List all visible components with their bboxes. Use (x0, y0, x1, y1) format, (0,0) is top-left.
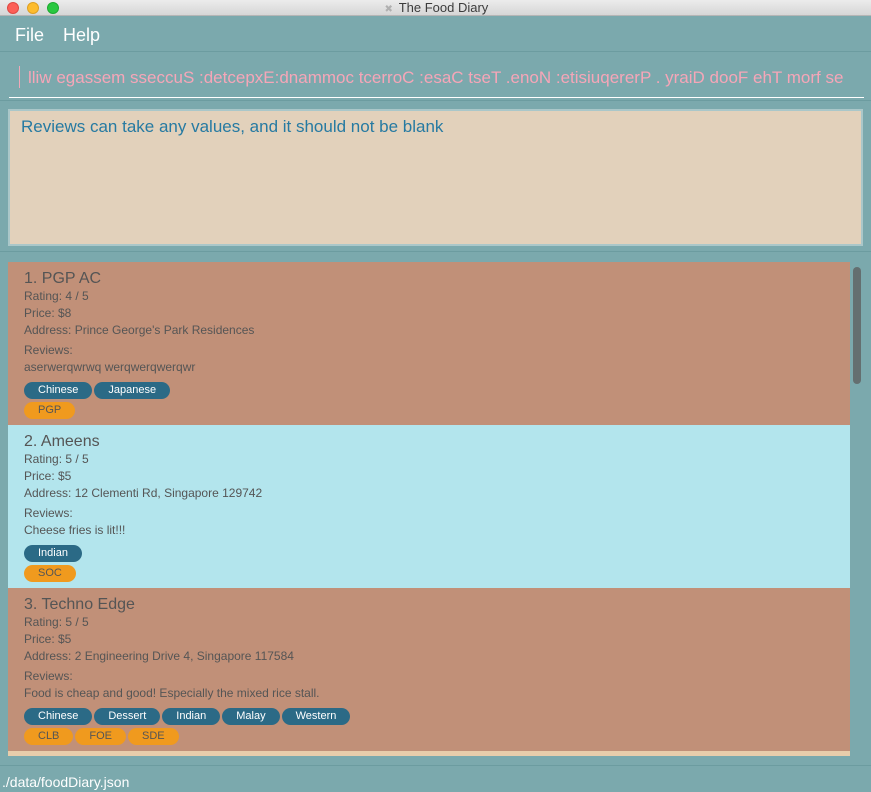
category-tag: Japanese (94, 382, 171, 399)
text-caret (19, 66, 20, 88)
category-tag: Indian (24, 545, 82, 562)
result-area: Reviews can take any values, and it shou… (0, 102, 871, 252)
command-input[interactable]: lliw egassem sseccuS :detcepxE:dnammoc t… (9, 62, 864, 98)
school-tags: CLB FOE SDE (24, 726, 850, 746)
data-file-path: ./data/foodDiary.json (2, 774, 130, 790)
category-tags: Chinese Dessert Indian Malay Western (24, 706, 850, 726)
window-title-wrap: ✖ The Food Diary (0, 0, 871, 16)
entry-name: 2. Ameens (24, 433, 100, 450)
result-message: Reviews can take any values, and it shou… (21, 117, 444, 136)
category-tag: Indian (162, 708, 221, 725)
entry-review: Cheese fries is lit!!! (24, 523, 126, 537)
category-tag: Malay (222, 708, 280, 725)
school-tag: CLB (24, 728, 74, 745)
school-tags: SOC (24, 563, 850, 583)
entry-review: Food is cheap and good! Especially the m… (24, 686, 320, 700)
command-input-text: lliw egassem sseccuS :detcepxE:dnammoc t… (28, 68, 844, 87)
entry-price: Price: $8 (24, 306, 72, 320)
school-tag: FOE (75, 728, 127, 745)
entry-list-panel: 1. PGP AC Rating: 4 / 5 Price: $8 Addres… (0, 253, 871, 765)
entry-address: Address: 12 Clementi Rd, Singapore 12974… (24, 486, 263, 500)
entry-address: Address: Prince George's Park Residences (24, 323, 255, 337)
result-display[interactable]: Reviews can take any values, and it shou… (8, 109, 863, 246)
window-title: The Food Diary (398, 0, 489, 15)
list-scrollbar-thumb[interactable] (853, 267, 861, 384)
entry-reviews-label: Reviews: (24, 343, 73, 357)
entry-reviews-label: Reviews: (24, 506, 73, 520)
entry-price: Price: $5 (24, 469, 72, 483)
entry-price: Price: $5 (24, 632, 72, 646)
menu-help[interactable]: Help (63, 25, 100, 46)
entry-reviews-label: Reviews: (24, 669, 73, 683)
entry-address: Address: 2 Engineering Drive 4, Singapor… (24, 649, 294, 663)
entry-list[interactable]: 1. PGP AC Rating: 4 / 5 Price: $8 Addres… (8, 262, 850, 756)
entry-card[interactable]: 1. PGP AC Rating: 4 / 5 Price: $8 Addres… (8, 262, 850, 425)
command-area: lliw egassem sseccuS :detcepxE:dnammoc t… (0, 53, 871, 101)
next-entry-card-edge[interactable] (8, 751, 850, 756)
entry-card[interactable]: 2. Ameens Rating: 5 / 5 Price: $5 Addres… (8, 425, 850, 588)
school-tags: PGP (24, 400, 850, 420)
category-tags: Chinese Japanese (24, 380, 850, 400)
entry-name: 3. Techno Edge (24, 596, 135, 613)
title-bar: ✖ The Food Diary (0, 0, 871, 16)
status-bar: ./data/foodDiary.json (0, 765, 871, 792)
entry-rating: Rating: 5 / 5 (24, 615, 89, 629)
category-tag: Chinese (24, 708, 93, 725)
category-tag: Western (281, 708, 351, 725)
school-tag: SOC (24, 565, 76, 582)
school-tag: SDE (128, 728, 179, 745)
category-tag: Dessert (94, 708, 161, 725)
entry-review: aserwerqwrwq werqwerqwerqwr (24, 360, 196, 374)
menu-bar: File Help (0, 16, 871, 52)
entry-card[interactable]: 3. Techno Edge Rating: 5 / 5 Price: $5 A… (8, 588, 850, 751)
entry-rating: Rating: 4 / 5 (24, 289, 89, 303)
category-tag: Chinese (24, 382, 93, 399)
school-tag: PGP (24, 402, 76, 419)
entry-rating: Rating: 5 / 5 (24, 452, 89, 466)
list-scrollbar[interactable] (851, 262, 863, 756)
menu-file[interactable]: File (15, 25, 44, 46)
entry-name: 1. PGP AC (24, 270, 102, 287)
category-tags: Indian (24, 543, 850, 563)
